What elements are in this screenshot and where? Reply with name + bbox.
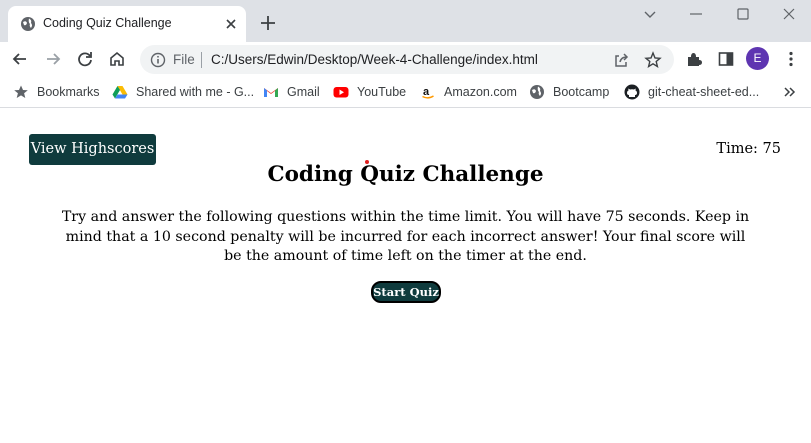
info-icon[interactable] bbox=[150, 52, 166, 68]
address-bar[interactable]: File C:/Users/Edwin/Desktop/Week-4-Chall… bbox=[140, 45, 674, 74]
google-drive-icon bbox=[112, 86, 128, 99]
timer-display: Time: 75 bbox=[716, 141, 781, 157]
bookmark-label: Shared with me - G... bbox=[136, 85, 255, 99]
globe-icon bbox=[530, 85, 544, 99]
kebab-menu-icon[interactable] bbox=[782, 50, 800, 68]
home-icon[interactable] bbox=[108, 50, 126, 68]
bookmark-label: Gmail bbox=[287, 85, 320, 99]
tab-title: Coding Quiz Challenge bbox=[43, 16, 172, 30]
side-panel-icon[interactable] bbox=[717, 50, 735, 68]
view-highscores-button[interactable]: View Highscores bbox=[29, 134, 156, 165]
new-tab-icon[interactable] bbox=[258, 13, 278, 33]
globe-icon bbox=[21, 17, 35, 31]
minimize-icon[interactable] bbox=[686, 4, 706, 24]
bookmark-item[interactable]: YouTube bbox=[333, 83, 406, 101]
address-scheme-label: File bbox=[173, 52, 195, 67]
quiz-instructions: Try and answer the following questions w… bbox=[61, 209, 750, 264]
browser-toolbar: File C:/Users/Edwin/Desktop/Week-4-Chall… bbox=[0, 42, 811, 76]
bookmark-item[interactable]: Shared with me - G... bbox=[112, 83, 254, 101]
bookmark-item[interactable]: git-cheat-sheet-ed... bbox=[624, 83, 759, 101]
address-divider bbox=[201, 52, 202, 68]
bookmark-label: git-cheat-sheet-ed... bbox=[648, 85, 760, 99]
close-window-icon[interactable] bbox=[779, 4, 799, 24]
github-icon bbox=[624, 84, 640, 100]
address-url[interactable]: C:/Users/Edwin/Desktop/Week-4-Challenge/… bbox=[211, 52, 538, 67]
reload-icon[interactable] bbox=[76, 50, 94, 68]
start-quiz-button[interactable]: Start Quiz bbox=[371, 281, 441, 303]
back-arrow-icon[interactable] bbox=[11, 50, 29, 68]
bookmark-item[interactable]: Gmail bbox=[263, 83, 320, 101]
maximize-icon[interactable] bbox=[733, 4, 753, 24]
share-icon[interactable] bbox=[612, 51, 630, 69]
chevron-double-right-icon[interactable] bbox=[782, 83, 796, 101]
gmail-icon bbox=[264, 88, 278, 97]
bookmark-item[interactable]: Bookmarks bbox=[13, 83, 100, 101]
profile-avatar[interactable]: E bbox=[746, 47, 769, 70]
page-title: Coding Quiz Challenge bbox=[267, 162, 544, 187]
svg-text:a: a bbox=[423, 86, 430, 98]
bookmark-item[interactable]: Bootcamp bbox=[529, 83, 609, 101]
bookmark-label: YouTube bbox=[357, 85, 407, 99]
page-content: View Highscores Time: 75 Coding Quiz Cha… bbox=[0, 109, 811, 443]
browser-tab[interactable]: Coding Quiz Challenge bbox=[8, 6, 246, 42]
chevron-down-icon[interactable] bbox=[640, 4, 660, 24]
bookmark-label: Bootcamp bbox=[553, 85, 610, 99]
youtube-icon bbox=[333, 87, 349, 98]
star-icon bbox=[14, 85, 28, 98]
forward-arrow-icon[interactable] bbox=[44, 50, 62, 68]
amazon-icon: a bbox=[422, 86, 434, 99]
extensions-icon[interactable] bbox=[685, 50, 703, 68]
bookmark-label: Bookmarks bbox=[37, 85, 100, 99]
bookmark-star-icon[interactable] bbox=[644, 51, 662, 69]
bookmarks-bar: Bookmarks Shared with me - G... Gmail Yo… bbox=[0, 76, 811, 108]
bookmark-label: Amazon.com bbox=[444, 85, 517, 99]
bookmark-item[interactable]: a Amazon.com bbox=[420, 83, 517, 101]
browser-tab-strip: Coding Quiz Challenge bbox=[0, 0, 811, 42]
close-icon[interactable] bbox=[222, 15, 240, 33]
